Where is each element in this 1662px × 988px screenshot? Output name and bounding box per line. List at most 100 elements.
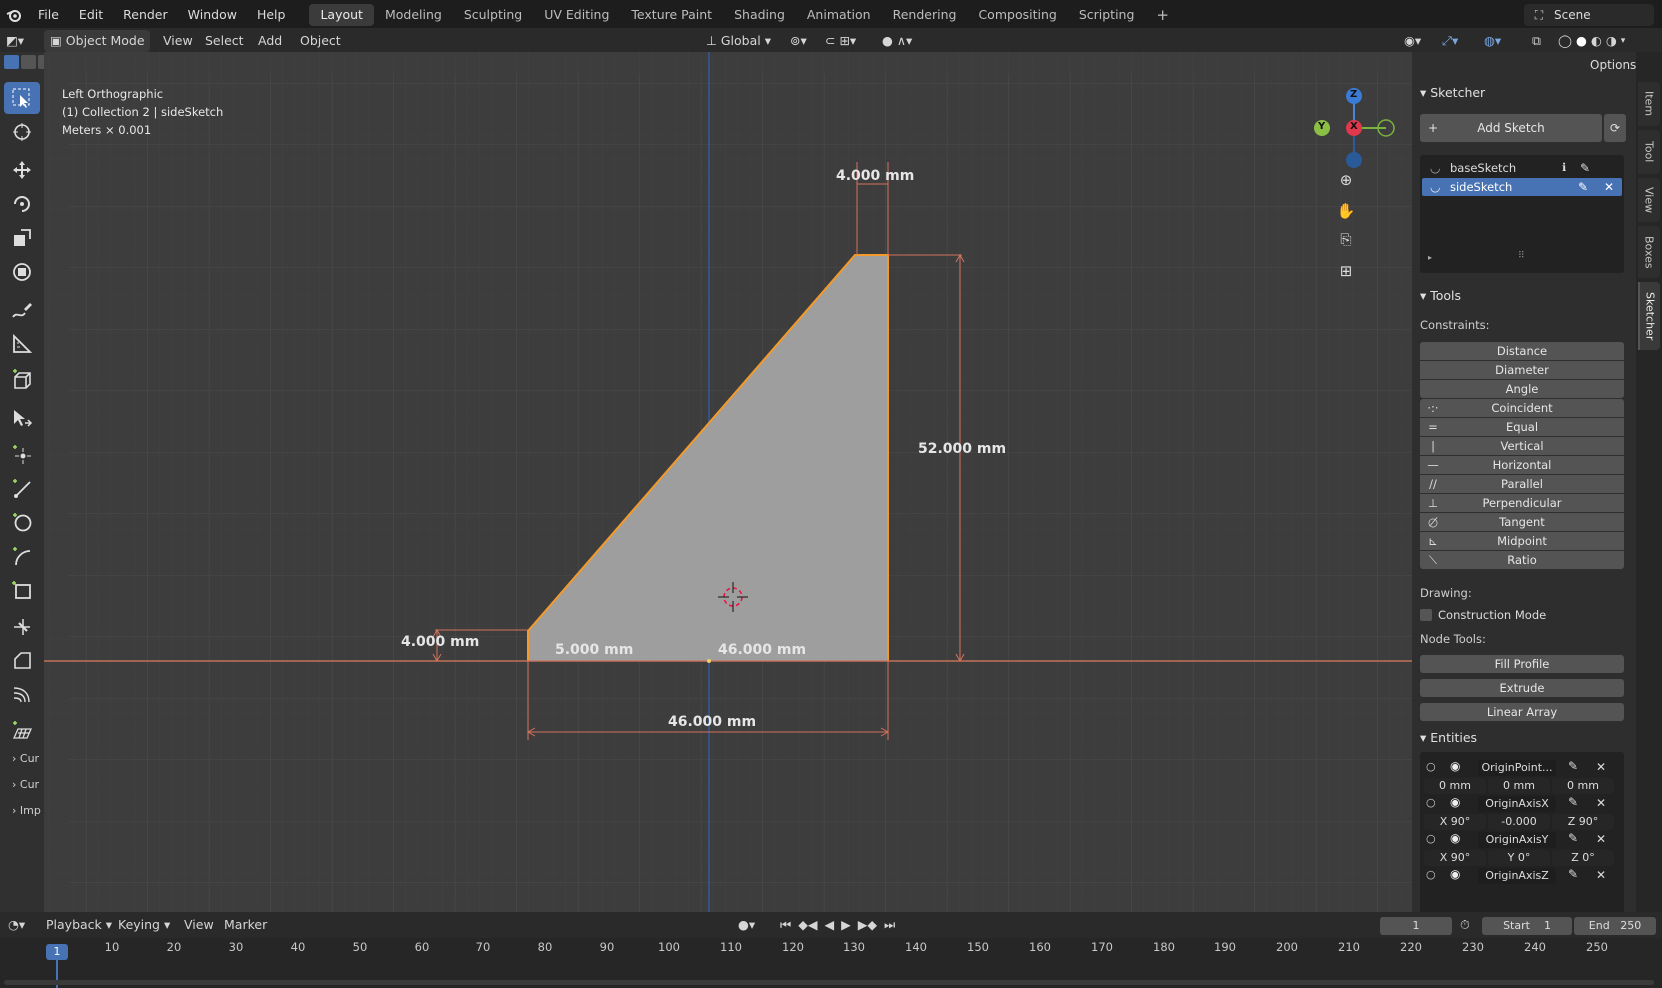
select-circle-icon[interactable]: ○ [1426,832,1436,845]
list-item[interactable]: ◡ sideSketch ✎ ✕ [1422,178,1622,196]
constraint-ratio-button[interactable]: ⟍ Ratio [1420,551,1624,569]
header-menu-select[interactable]: Select [205,30,244,52]
snap-icon[interactable]: ⊂ ⊞▾ [825,30,856,52]
list-item[interactable]: ○ ◉ OriginPoint... ✎ ✕ [1420,759,1624,776]
tab-shading[interactable]: Shading [723,4,796,26]
select-box-tool[interactable] [4,82,40,114]
xray-icon[interactable]: ⧉ [1532,30,1541,52]
options-button[interactable]: Options [1590,56,1636,74]
tab-view[interactable]: View [1638,178,1660,222]
jump-start-icon[interactable]: ⏮ [780,914,791,936]
entity-name-field[interactable]: OriginPoint... [1478,760,1556,776]
scene-selector[interactable]: ⛶ Scene [1524,4,1654,26]
dimension-height[interactable]: 52.000 mm [918,441,1006,457]
resize-handle-icon[interactable]: ⠿ [1518,251,1525,261]
prev-keyframe-icon[interactable]: ◆◀ [798,914,817,936]
sketch-visibility-icon[interactable]: ◡ [1430,159,1440,177]
annotate-tool[interactable] [4,294,40,326]
edit-entity-icon[interactable]: ✎ [1568,831,1578,845]
constraint-diameter-button[interactable]: Diameter [1420,361,1624,379]
select-new-icon[interactable] [4,55,19,69]
add-workplane-tool[interactable] [4,714,40,746]
proportional-edit-icon[interactable]: ● ∧▾ [882,30,912,52]
constraint-coincident-button[interactable]: ·:· Coincident [1420,399,1624,417]
refresh-icon[interactable]: ⟳ [1604,114,1626,142]
jump-end-icon[interactable]: ⏭ [884,914,895,936]
transform-orientation-dropdown[interactable]: ⊥ Global ▾ [706,30,782,52]
constraint-angle-button[interactable]: Angle [1420,380,1624,398]
tab-sculpting[interactable]: Sculpting [453,4,533,26]
tab-tool[interactable]: Tool [1638,130,1660,174]
dimension-left-height[interactable]: 4.000 mm [401,634,479,650]
tab-sketcher[interactable]: Sketcher [1638,282,1660,350]
delete-entity-icon[interactable]: ✕ [1596,868,1606,882]
current-frame-indicator[interactable]: 1 [46,944,68,960]
tab-layout[interactable]: Layout [309,4,374,26]
shading-modes[interactable]: ◯ ● ◐ ◑ ▾ [1558,30,1638,52]
play-reverse-icon[interactable]: ◀ [825,914,835,936]
pivot-icon[interactable]: ⊚▾ [790,30,807,52]
material-shading-icon[interactable]: ◐ [1591,30,1602,52]
camera-icon[interactable]: ⎘ [1336,232,1356,252]
constraint-tangent-button[interactable]: ○̸ Tangent [1420,513,1624,531]
chevron-down-icon[interactable]: ▾ [1621,30,1626,52]
add-cube-tool[interactable] [4,364,40,396]
entities-panel-header[interactable]: ▾ Entities [1420,730,1477,745]
add-point-tool[interactable] [4,438,40,470]
tab-uv-editing[interactable]: UV Editing [533,4,620,26]
tab-boxes[interactable]: Boxes [1638,226,1660,278]
keying-menu[interactable]: Keying ▾ [118,914,170,936]
gizmo-x-label[interactable]: X [1350,121,1358,132]
rendered-shading-icon[interactable]: ◑ [1606,30,1617,52]
add-line-tool[interactable] [4,472,40,504]
tab-animation[interactable]: Animation [796,4,882,26]
eye-icon[interactable]: ◉ [1450,795,1460,809]
select-circle-icon[interactable]: ○ [1426,796,1436,809]
dimension-left-offset[interactable]: 5.000 mm [555,642,633,658]
select-circle-icon[interactable]: ○ [1426,868,1436,881]
constraint-equal-button[interactable]: = Equal [1420,418,1624,436]
zoom-icon[interactable]: ⊕ [1336,171,1356,191]
solid-shading-icon[interactable]: ● [1576,30,1587,52]
constraint-parallel-button[interactable]: //Parallel [1420,475,1624,493]
blender-logo-icon[interactable] [0,0,28,30]
transform-tool[interactable] [4,256,40,288]
list-item[interactable]: ○ ◉ OriginAxisX ✎ ✕ [1420,795,1624,812]
fill-profile-button[interactable]: Fill Profile [1420,655,1624,673]
timeline-ruler[interactable]: 1 10 20 30 40 50 60 70 80 90 100 110 120… [0,938,1662,988]
header-menu-view[interactable]: View [163,30,193,52]
list-item[interactable]: ○ ◉ OriginAxisY ✎ ✕ [1420,831,1624,848]
constraint-distance-button[interactable]: Distance [1420,342,1624,360]
entity-name-field[interactable]: OriginAxisX [1478,796,1556,812]
constraint-midpoint-button[interactable]: ⊾ Midpoint [1420,532,1624,550]
eye-icon[interactable]: ◉ [1450,867,1460,881]
tab-scripting[interactable]: Scripting [1068,4,1146,26]
edit-entity-icon[interactable]: ✎ [1568,759,1578,773]
add-workspace-icon[interactable]: + [1145,4,1180,26]
tab-compositing[interactable]: Compositing [967,4,1067,26]
stopwatch-icon[interactable]: ⏱ [1460,914,1470,936]
play-icon[interactable]: ▶ [841,914,851,936]
delete-entity-icon[interactable]: ✕ [1596,832,1606,846]
trim-tool[interactable] [4,610,40,642]
extrude-button[interactable]: Extrude [1420,679,1624,697]
menu-edit[interactable]: Edit [69,0,113,30]
dimension-top-width[interactable]: 4.000 mm [836,168,914,184]
select-sketch-tool[interactable] [4,402,40,434]
add-circle-tool[interactable] [4,506,40,538]
tab-texture-paint[interactable]: Texture Paint [620,4,723,26]
linear-array-button[interactable]: Linear Array [1420,703,1624,721]
collapsed-panel-imp[interactable]: › Imp [12,804,41,817]
tools-panel-header[interactable]: ▾ Tools [1420,288,1461,303]
pan-hand-icon[interactable]: ✋ [1336,202,1356,222]
delete-sketch-icon[interactable]: ✕ [1604,178,1614,196]
visibility-icon[interactable]: ◉▾ [1404,30,1421,52]
construction-mode-checkbox[interactable]: Construction Mode [1420,608,1546,622]
3d-viewport[interactable]: Z Y X ⊕ ✋ ⎘ ⊞ Left Orthographic (1) Coll… [44,52,1412,912]
header-menu-add[interactable]: Add [258,30,282,52]
eye-icon[interactable]: ◉ [1450,831,1460,845]
gizmo-toggle-icon[interactable]: ⤢▾ [1442,30,1458,52]
constraint-horizontal-button[interactable]: — Horizontal [1420,456,1624,474]
mode-dropdown[interactable]: ▣ Object Mode ▾ [44,30,150,70]
menu-help[interactable]: Help [247,0,296,30]
